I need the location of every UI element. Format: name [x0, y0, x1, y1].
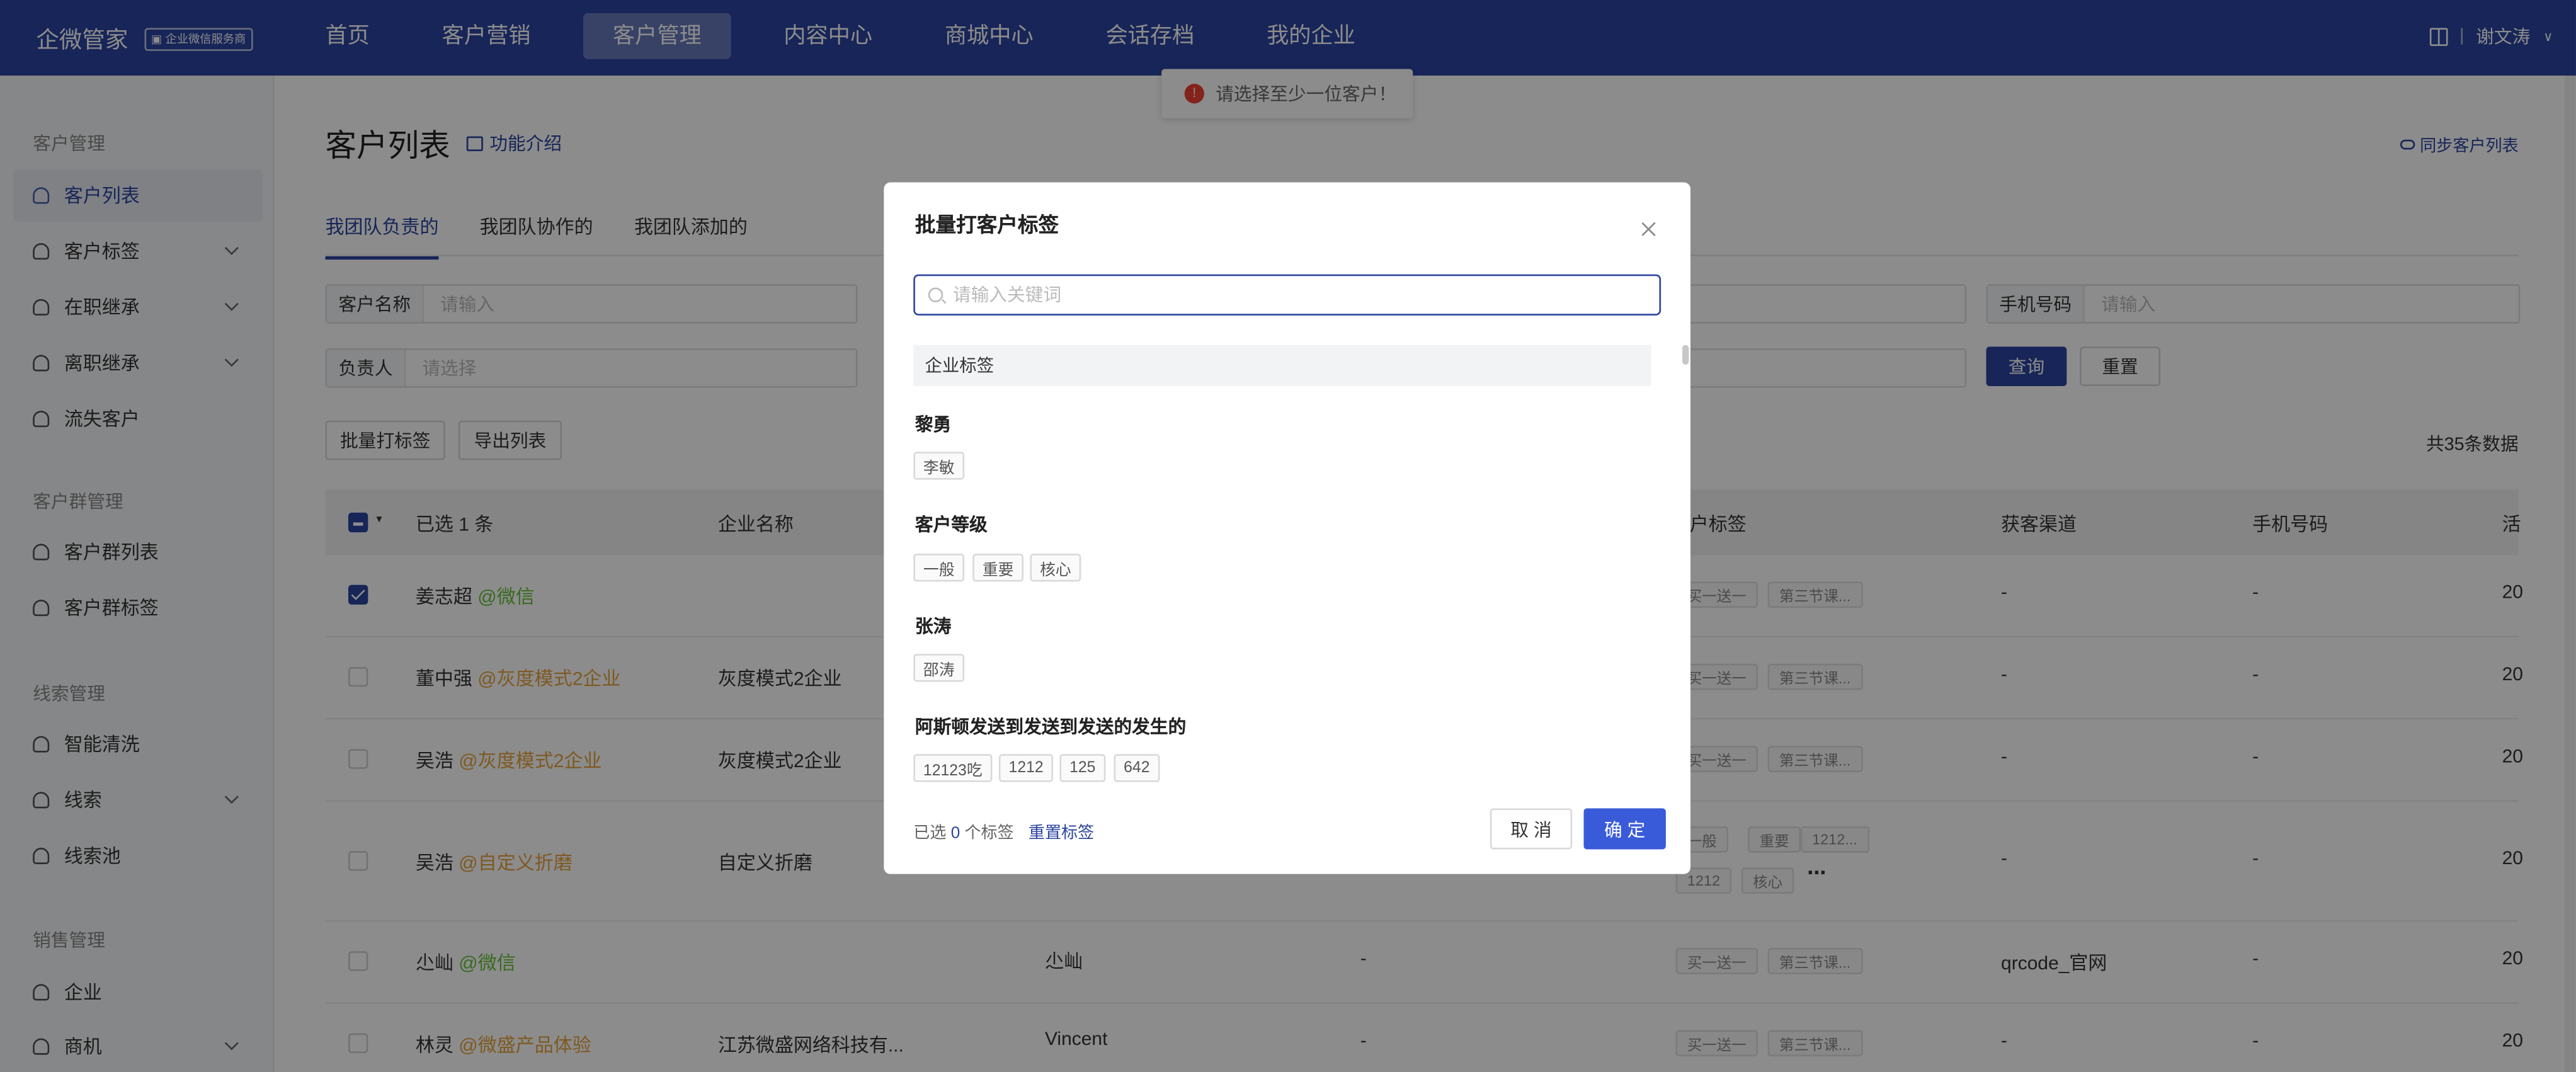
tag-group-title: 阿斯顿发送到发送到发送的发生的 — [915, 717, 1187, 738]
close-icon[interactable] — [1639, 220, 1659, 240]
cancel-button[interactable]: 取 消 — [1490, 808, 1573, 850]
tag-group-title: 黎勇 — [915, 415, 952, 436]
batch-tag-modal: 批量打客户标签 企业标签 黎勇 李敏 客户等级 一般 重要 核心 张涛 邵涛 阿… — [884, 182, 1691, 874]
tag-option[interactable]: 邵涛 — [913, 654, 965, 682]
tag-option[interactable]: 重要 — [972, 554, 1024, 582]
tag-search-box[interactable] — [913, 274, 1661, 316]
selected-suffix: 个标签 — [964, 824, 1014, 843]
tag-option[interactable]: 12123吃 — [913, 754, 993, 782]
modal-scrollbar[interactable] — [1682, 345, 1689, 365]
tag-option[interactable]: 李敏 — [913, 452, 965, 480]
enterprise-tags-header: 企业标签 — [913, 345, 1651, 386]
selected-tags-count: 已选 0 个标签 — [913, 818, 1013, 843]
tag-option[interactable]: 642 — [1114, 754, 1160, 782]
search-icon — [928, 287, 943, 302]
tag-option[interactable]: 1212 — [998, 754, 1054, 782]
selected-number: 0 — [950, 824, 960, 843]
modal-title: 批量打客户标签 — [915, 214, 1059, 237]
tag-option[interactable]: 核心 — [1030, 554, 1081, 582]
tag-option[interactable]: 一般 — [913, 554, 965, 582]
app-root: 企微管家 ▣ 企业微信服务商 首页 客户营销 客户管理 内容中心 商城中心 会话… — [0, 0, 2576, 1072]
reset-tags-link[interactable]: 重置标签 — [1029, 818, 1094, 843]
tag-search-input[interactable] — [952, 285, 1610, 305]
confirm-button[interactable]: 确 定 — [1583, 808, 1666, 850]
tag-group-title: 张涛 — [915, 617, 952, 638]
tag-group-title: 客户等级 — [915, 516, 988, 536]
selected-prefix: 已选 — [913, 824, 947, 843]
tag-option[interactable]: 125 — [1059, 754, 1106, 782]
